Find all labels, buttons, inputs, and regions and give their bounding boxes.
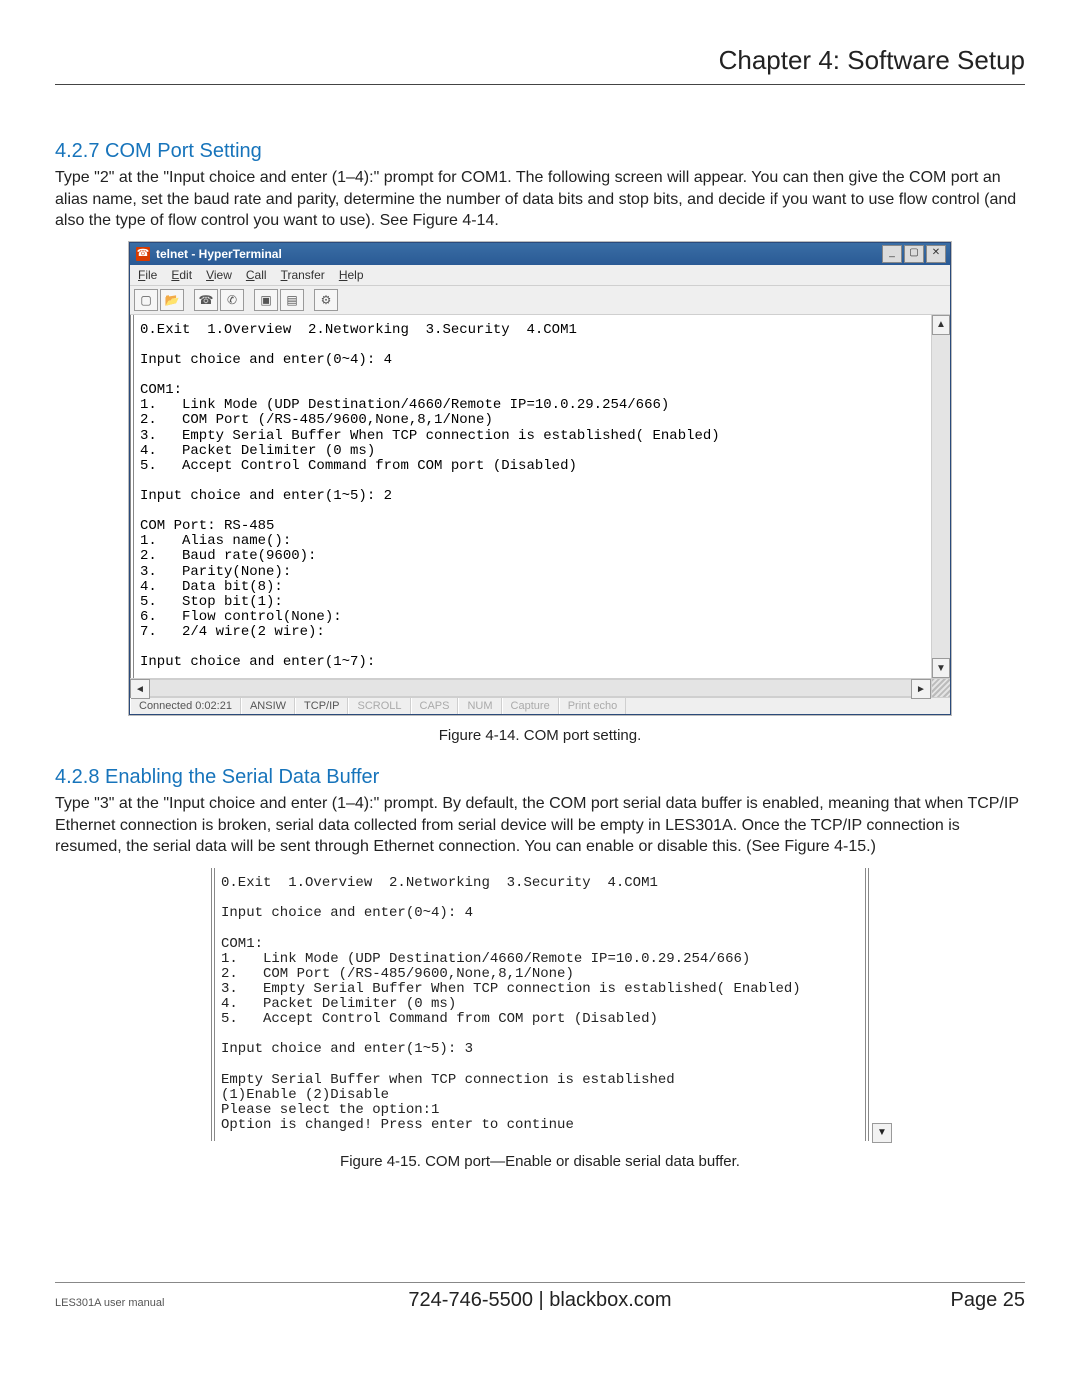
scroll-track-h[interactable]: [150, 679, 911, 697]
close-button[interactable]: ✕: [926, 245, 946, 263]
paragraph-4-2-7: Type "2" at the "Input choice and enter …: [55, 167, 1025, 232]
scroll-up-icon[interactable]: ▲: [932, 315, 950, 335]
connect-icon[interactable]: ☎: [194, 289, 218, 311]
figure-4-15-caption: Figure 4-15. COM port—Enable or disable …: [55, 1153, 1025, 1170]
status-scroll: SCROLL: [348, 698, 410, 714]
figure-4-14-caption: Figure 4-14. COM port setting.: [55, 727, 1025, 744]
menubar: File Edit View Call Transfer Help: [130, 265, 950, 286]
status-emulation: ANSIW: [241, 698, 295, 714]
open-icon[interactable]: 📂: [160, 289, 184, 311]
heading-4-2-8: 4.2.8 Enabling the Serial Data Buffer: [55, 766, 1025, 789]
menu-view[interactable]: View: [206, 268, 232, 282]
horizontal-scrollbar[interactable]: ◄ ►: [130, 678, 931, 697]
status-connected: Connected 0:02:21: [130, 698, 241, 714]
terminal-output-2: 0.Exit 1.Overview 2.Networking 3.Securit…: [211, 868, 869, 1141]
statusbar: Connected 0:02:21 ANSIW TCP/IP SCROLL CA…: [130, 697, 950, 714]
toolbar: ▢ 📂 ☎ ✆ ▣ ▤ ⚙: [130, 286, 950, 315]
menu-transfer[interactable]: Transfer: [281, 268, 325, 282]
scroll-track[interactable]: [932, 335, 950, 659]
menu-file[interactable]: File: [138, 268, 157, 282]
status-capture: Capture: [502, 698, 559, 714]
app-icon: ☎: [136, 247, 150, 261]
receive-icon[interactable]: ▤: [280, 289, 304, 311]
terminal-output: 0.Exit 1.Overview 2.Networking 3.Securit…: [130, 315, 931, 679]
scroll-down-icon[interactable]: ▼: [872, 1123, 892, 1143]
menu-call[interactable]: Call: [246, 268, 267, 282]
menu-help[interactable]: Help: [339, 268, 364, 282]
hyperterminal-window: ☎ telnet - HyperTerminal _ ▢ ✕ File Edit…: [129, 242, 951, 716]
chapter-title: Chapter 4: Software Setup: [55, 45, 1025, 85]
scroll-left-icon[interactable]: ◄: [130, 679, 150, 699]
paragraph-4-2-8: Type "3" at the "Input choice and enter …: [55, 793, 1025, 858]
maximize-button[interactable]: ▢: [904, 245, 924, 263]
status-num: NUM: [458, 698, 501, 714]
window-title: telnet - HyperTerminal: [156, 247, 882, 261]
vertical-scrollbar[interactable]: ▲ ▼: [931, 315, 950, 679]
status-printecho: Print echo: [559, 698, 627, 714]
status-caps: CAPS: [411, 698, 459, 714]
scroll-right-icon[interactable]: ►: [911, 679, 931, 699]
properties-icon[interactable]: ⚙: [314, 289, 338, 311]
send-icon[interactable]: ▣: [254, 289, 278, 311]
titlebar: ☎ telnet - HyperTerminal _ ▢ ✕: [130, 243, 950, 265]
disconnect-icon[interactable]: ✆: [220, 289, 244, 311]
scroll-down-icon[interactable]: ▼: [932, 658, 950, 678]
menu-edit[interactable]: Edit: [171, 268, 192, 282]
new-doc-icon[interactable]: ▢: [134, 289, 158, 311]
minimize-button[interactable]: _: [882, 245, 902, 263]
resize-grip-icon[interactable]: [931, 678, 950, 697]
status-protocol: TCP/IP: [295, 698, 348, 714]
heading-4-2-7: 4.2.7 COM Port Setting: [55, 140, 1025, 163]
footer-contact: 724-746-5500 | blackbox.com: [0, 1289, 1080, 1312]
